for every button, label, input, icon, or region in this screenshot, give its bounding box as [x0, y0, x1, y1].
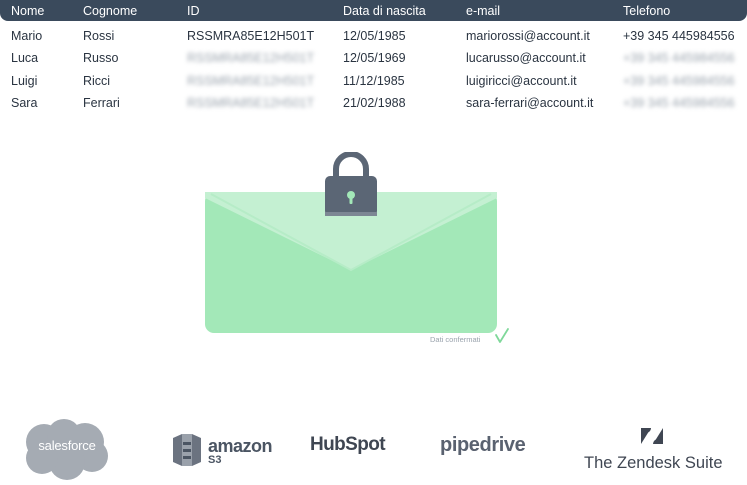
cell-id-blurred: RSSMRA85E12H501T: [187, 96, 315, 110]
s3-label: S3: [208, 454, 222, 466]
cell-data-di-nascita: 12/05/1969: [343, 51, 406, 65]
header-nome: Nome: [11, 4, 45, 18]
table-header: Nome Cognome ID Data di nascita e-mail T…: [0, 0, 747, 21]
header-telefono: Telefono: [623, 4, 671, 18]
zendesk-wordmark: The Zendesk Suite: [584, 454, 723, 472]
cell-nome: Mario: [11, 29, 43, 43]
cell-email: sara-ferrari@account.it: [466, 96, 594, 110]
cell-data-di-nascita: 11/12/1985: [343, 74, 405, 88]
table-row: Mario Rossi RSSMRA85E12H501T 12/05/1985 …: [0, 29, 747, 51]
cell-telefono: +39 345 445984556: [623, 29, 735, 43]
table-row: Luca Russo RSSMRA85E12H501T 12/05/1969 l…: [0, 51, 747, 73]
salesforce-wordmark: salesforce: [38, 438, 96, 453]
cell-data-di-nascita: 12/05/1985: [343, 29, 406, 43]
cell-cognome: Ferrari: [83, 96, 120, 110]
cell-telefono-blurred: +39 345 445984556: [623, 74, 735, 88]
cell-data-di-nascita: 21/02/1988: [343, 96, 406, 110]
lock-icon: [323, 151, 379, 218]
confirm-label: Dati confermati: [430, 335, 481, 344]
zendesk-icon: [640, 427, 664, 445]
header-data-di-nascita: Data di nascita: [343, 4, 426, 18]
cell-cognome: Ricci: [83, 74, 111, 88]
cell-nome: Luigi: [11, 74, 38, 88]
cell-nome: Sara: [11, 96, 38, 110]
cell-telefono-blurred: +39 345 445984556: [623, 51, 735, 65]
cell-nome: Luca: [11, 51, 39, 65]
cell-id-blurred: RSSMRA85E12H501T: [187, 51, 315, 65]
cell-email: lucarusso@account.it: [466, 51, 586, 65]
header-email: e-mail: [466, 4, 501, 18]
pipedrive-logo: pipedrive: [440, 434, 526, 456]
hubspot-logo: HubSpot: [310, 434, 386, 455]
header-cognome: Cognome: [83, 4, 138, 18]
checkmark-icon: [494, 327, 510, 345]
table-row: Luigi Ricci RSSMRA85E12H501T 11/12/1985 …: [0, 74, 747, 96]
header-id: ID: [187, 4, 200, 18]
cell-cognome: Russo: [83, 51, 119, 65]
cell-cognome: Rossi: [83, 29, 115, 43]
cell-email: mariorossi@account.it: [466, 29, 590, 43]
salesforce-logo: salesforce: [22, 418, 112, 480]
cell-id-blurred: RSSMRA85E12H501T: [187, 74, 315, 88]
table-row: Sara Ferrari RSSMRA85E12H501T 21/02/1988…: [0, 96, 747, 118]
cell-id: RSSMRA85E12H501T: [187, 29, 315, 43]
cell-telefono-blurred: +39 345 445984556: [623, 96, 735, 110]
contacts-table: Nome Cognome ID Data di nascita e-mail T…: [0, 0, 747, 110]
cell-email: luigiricci@account.it: [466, 74, 577, 88]
amazon-s3-logo: amazon S3: [170, 432, 273, 472]
